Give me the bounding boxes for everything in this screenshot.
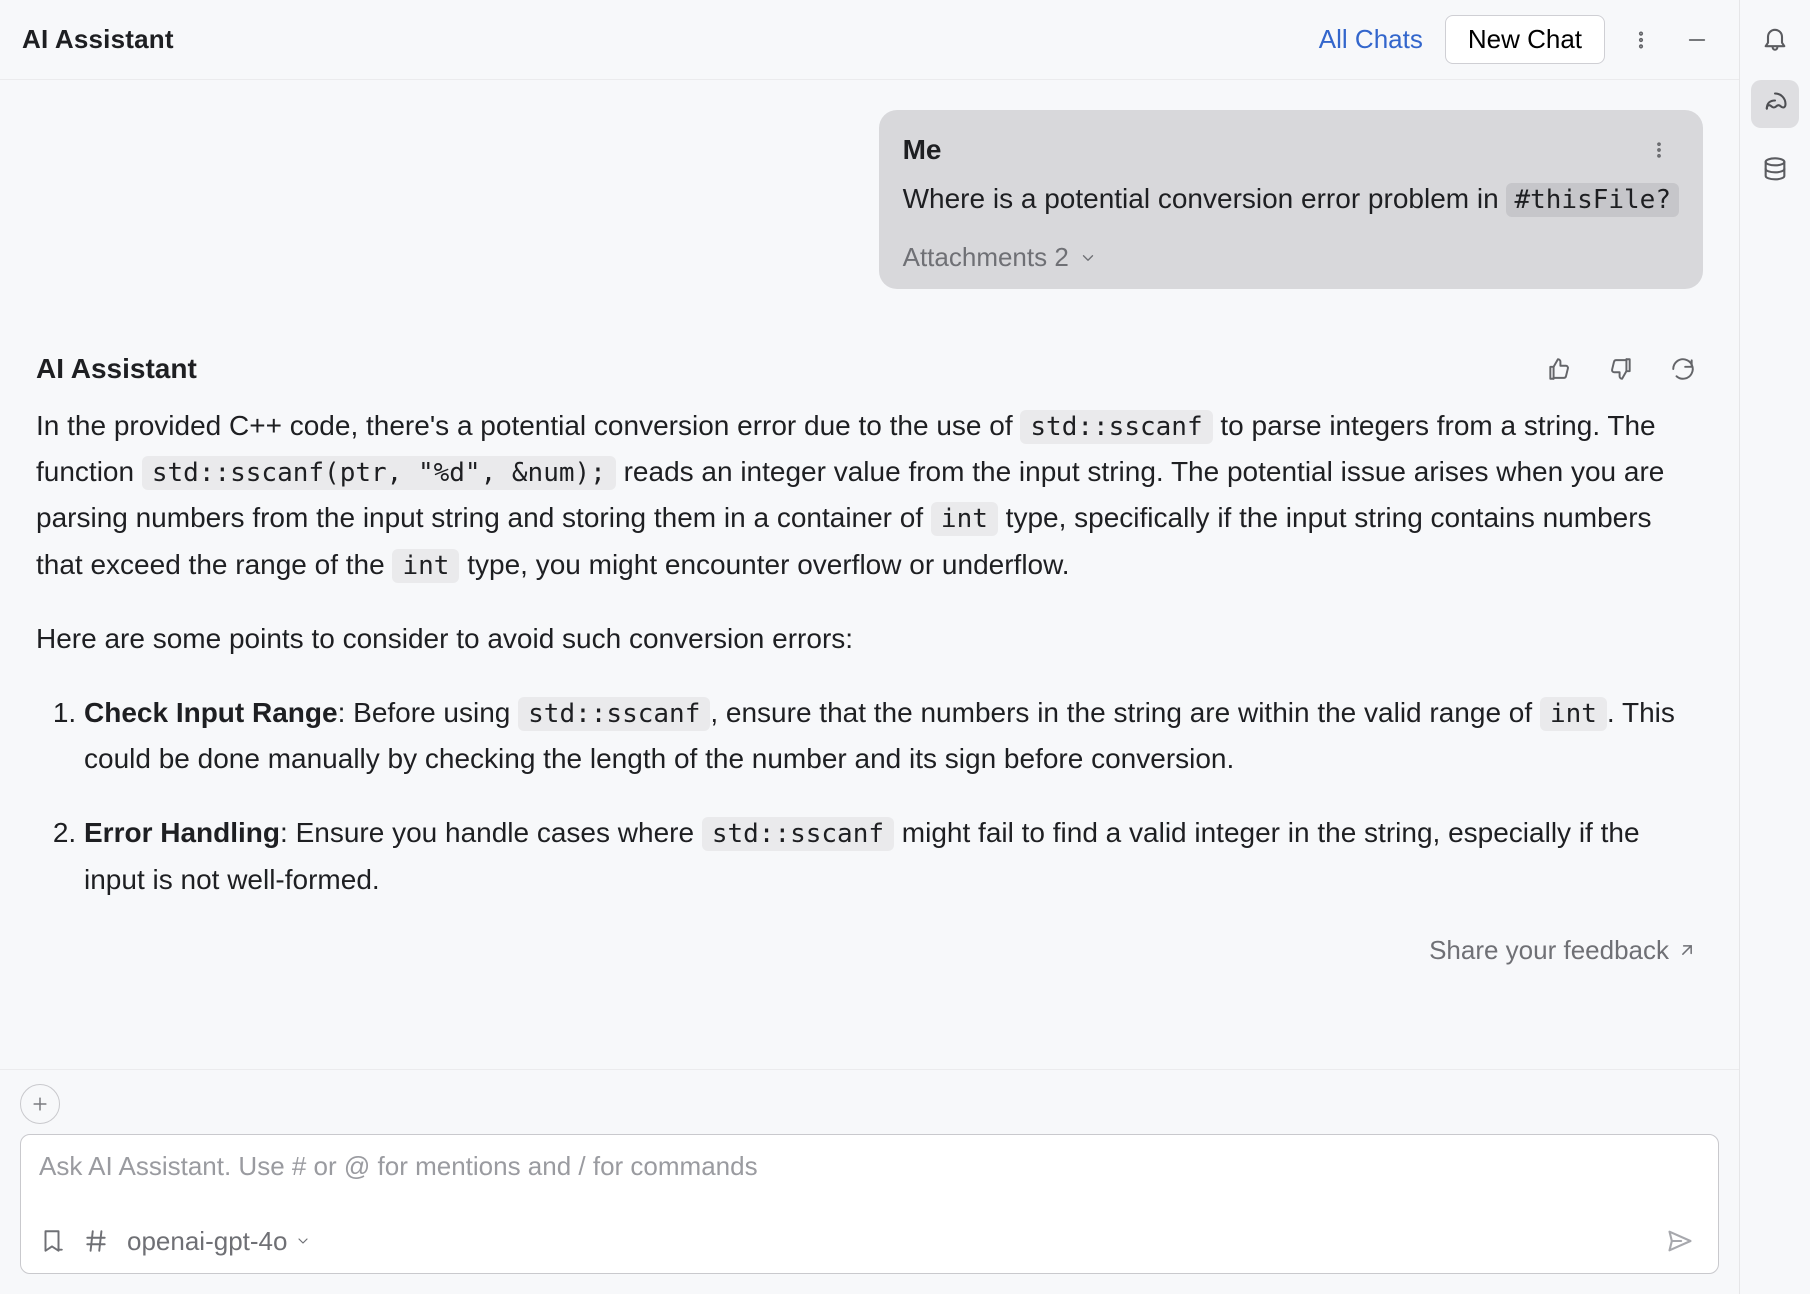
new-chat-button[interactable]: New Chat xyxy=(1445,15,1605,64)
hash-icon[interactable] xyxy=(83,1228,109,1254)
attachments-label: Attachments 2 xyxy=(903,242,1069,273)
input-placeholder: Ask AI Assistant. Use # or @ for mention… xyxy=(39,1151,758,1181)
all-chats-link[interactable]: All Chats xyxy=(1319,24,1423,55)
model-label: openai-gpt-4o xyxy=(127,1226,287,1257)
feedback-label: Share your feedback xyxy=(1429,935,1669,966)
text-fragment: type, you might encounter overflow or un… xyxy=(467,549,1069,580)
page-title: AI Assistant xyxy=(22,24,174,55)
ai-assistant-tab-icon[interactable] xyxy=(1751,80,1799,128)
message-more-icon[interactable] xyxy=(1639,130,1679,170)
attachments-toggle[interactable]: Attachments 2 xyxy=(903,242,1679,273)
user-message: Me Where is a potential conversion error… xyxy=(879,110,1703,289)
list-item: Error Handling: Ensure you handle cases … xyxy=(84,810,1703,902)
model-selector[interactable]: openai-gpt-4o xyxy=(127,1226,311,1257)
assistant-message-text: In the provided C++ code, there's a pote… xyxy=(36,403,1703,903)
conversation-pane: Me Where is a potential conversion error… xyxy=(0,80,1739,1069)
header: AI Assistant All Chats New Chat xyxy=(0,0,1739,80)
chevron-down-icon xyxy=(1079,249,1097,267)
list-item-title: Error Handling xyxy=(84,817,280,848)
message-input-box[interactable]: Ask AI Assistant. Use # or @ for mention… xyxy=(20,1134,1719,1274)
share-feedback-link[interactable]: Share your feedback xyxy=(1429,935,1697,966)
text-fragment: Here are some points to consider to avoi… xyxy=(36,616,1703,662)
code-fragment: std::sscanf(ptr, "%d", &num); xyxy=(142,456,616,490)
notifications-icon[interactable] xyxy=(1751,14,1799,62)
regenerate-icon[interactable] xyxy=(1663,349,1703,389)
composer: Ask AI Assistant. Use # or @ for mention… xyxy=(0,1069,1739,1294)
message-input[interactable]: Ask AI Assistant. Use # or @ for mention… xyxy=(39,1151,1700,1195)
send-button[interactable] xyxy=(1660,1221,1700,1261)
code-fragment: std::sscanf xyxy=(518,697,710,731)
minimize-icon[interactable] xyxy=(1677,20,1717,60)
right-sidebar xyxy=(1740,0,1810,1294)
user-message-text: Where is a potential conversion error pr… xyxy=(903,178,1679,220)
bookmark-icon[interactable] xyxy=(39,1228,65,1254)
code-fragment: int xyxy=(931,502,998,536)
code-fragment: std::sscanf xyxy=(1020,410,1212,444)
database-icon[interactable] xyxy=(1751,146,1799,194)
text-fragment: : Before using xyxy=(338,697,519,728)
assistant-sender-label: AI Assistant xyxy=(36,353,197,385)
file-reference[interactable]: #thisFile? xyxy=(1506,183,1679,217)
thumbs-down-icon[interactable] xyxy=(1601,349,1641,389)
code-fragment: int xyxy=(392,549,459,583)
code-fragment: int xyxy=(1540,697,1607,731)
text-fragment: : Ensure you handle cases where xyxy=(280,817,702,848)
text-fragment: In the provided C++ code, there's a pote… xyxy=(36,410,1020,441)
code-fragment: std::sscanf xyxy=(702,817,894,851)
thumbs-up-icon[interactable] xyxy=(1539,349,1579,389)
list-item-title: Check Input Range xyxy=(84,697,338,728)
more-vertical-icon[interactable] xyxy=(1621,20,1661,60)
external-link-icon xyxy=(1677,940,1697,960)
text-fragment: , ensure that the numbers in the string … xyxy=(710,697,1540,728)
list-item: Check Input Range: Before using std::ssc… xyxy=(84,690,1703,782)
assistant-message: AI Assistant I xyxy=(36,349,1703,931)
user-sender-label: Me xyxy=(903,134,942,166)
user-text-prefix: Where is a potential conversion error pr… xyxy=(903,183,1507,214)
add-attachment-button[interactable] xyxy=(20,1084,60,1124)
chevron-down-icon xyxy=(295,1233,311,1249)
